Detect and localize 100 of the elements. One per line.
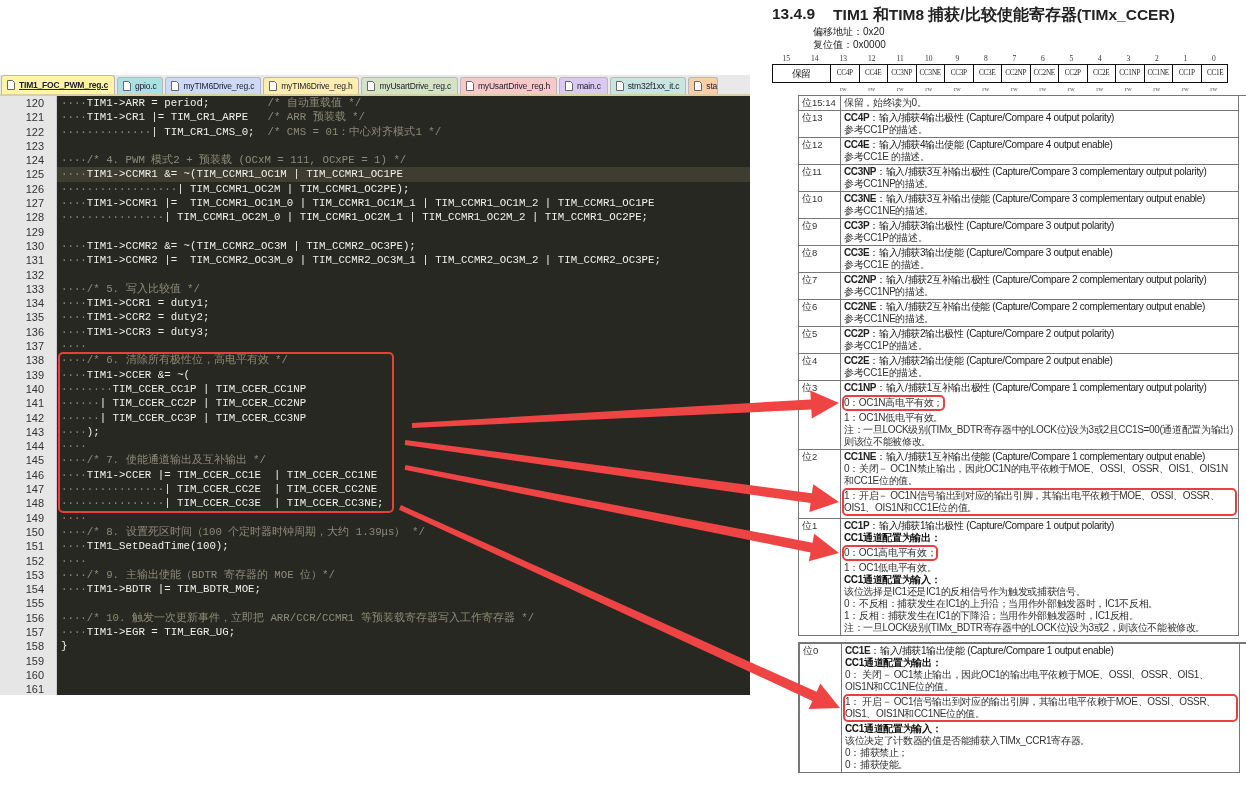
description-line: 参考CC1NP的描述。 — [844, 286, 936, 298]
description-line: CC1通道配置为输入： — [844, 574, 942, 586]
line-number: 153 — [24, 567, 45, 583]
bit-label: 位4 — [799, 354, 841, 381]
description-line: 注：一旦LOCK级别(TIMx_BDTR寄存器中的LOCK位)设为3或2，则该位不能被修改。 — [844, 622, 1207, 634]
line-number: 150 — [24, 524, 45, 540]
section-title: TIM1 和TIM8 捕获/比较使能寄存器(TIMx_CCER) — [833, 5, 1175, 25]
description-line: 1：开启－ OC1N信号输出到对应的输出引脚，其输出电平依赖于MOE、OSSI、OSSR、OIS1、OIS1N和CC1E位的值。 — [844, 490, 1235, 514]
code-line: ····/* 9. 主输出使能（BDTR 寄存器的 MOE 位）*/ — [60, 567, 336, 583]
file-tab[interactable]: sta — [688, 77, 719, 94]
file-tab[interactable]: main.c — [558, 77, 608, 94]
description-line: CC4P：输入/捕获4输出极性 (Capture/Compare 4 output polarity) — [844, 112, 1116, 124]
file-tab[interactable]: gpio.c — [117, 77, 164, 94]
file-tab[interactable]: myTIM6Drive_reg.c — [165, 77, 262, 94]
line-number: 124 — [24, 153, 45, 168]
line-number: 140 — [24, 381, 45, 397]
description-line: 0：关闭－ OC1N禁止输出，因此OC1N的电平依赖于MOE、OSSI、OSSR、OIS1、OIS1N和CC1E位的值。 — [844, 463, 1229, 487]
file-tab[interactable]: myUsartDrive_reg.h — [459, 77, 557, 94]
description-line: CC1通道配置为输出： — [845, 657, 943, 669]
description-line: 参考CC1E 的描述。 — [844, 151, 931, 163]
description-line: 参考CC1E的描述。 — [844, 367, 929, 379]
description-line: 参考CC1NP的描述。 — [844, 178, 936, 190]
line-number: 161 — [24, 682, 45, 695]
file-icon — [269, 81, 278, 91]
line-number: 154 — [24, 582, 45, 597]
code-line: ····TIM1->CCMR1 |= TIM_CCMR1_OC1M_0 | TIM_CCMR1_OC1M_1 | TIM_CCMR1_OC1M_2 | TIM_CCMR1_OC1PE — [60, 196, 656, 211]
line-number: 141 — [24, 396, 45, 411]
file-icon — [465, 81, 474, 91]
code-line: ····/* 10. 触发一次更新事件，立即把 ARR/CCR/CCMR1 等预装载寄存器写入工作寄存器 */ — [60, 610, 536, 625]
description-line: 参考CC1E 的描述。 — [844, 259, 931, 271]
bit-label: 位13 — [799, 111, 841, 138]
line-number: 138 — [24, 353, 45, 368]
offset-address: 偏移地址：0x20 — [813, 25, 886, 38]
line-number: 130 — [24, 238, 45, 254]
description-line: CC1E：输入/捕获1输出使能 (Capture/Compare 1 output enable) — [845, 645, 1115, 657]
line-number: 134 — [24, 296, 45, 311]
reset-value: 复位值：0x0000 — [813, 38, 887, 51]
code-line: ····TIM1->CCMR2 |= TIM_CCMR2_OC3M_0 | TIM_CCMR2_OC3M_1 | TIM_CCMR2_OC3M_2 | TIM_CCMR2_OC3PE; — [60, 253, 662, 268]
line-number: 151 — [24, 539, 45, 554]
description-line: CC1通道配置为输出： — [844, 532, 942, 544]
code-line: ········TIM_CCER_CC1P | TIM_CCER_CC1NP — [60, 381, 308, 397]
line-number: 133 — [24, 281, 45, 297]
line-number: 152 — [24, 553, 45, 568]
code-line: ··············| TIM_CR1_CMS_0; /* CMS = 01：中心对齐模式1 */ — [60, 124, 443, 139]
file-tab[interactable]: myTIM6Drive_reg.h — [263, 77, 360, 94]
code-line: ··················| TIM_CCMR1_OC2M | TIM_CCMR1_OC2PE); — [60, 181, 411, 197]
code-line: ····TIM1_SetDeadTime(100); — [60, 539, 230, 554]
line-number: 128 — [24, 210, 45, 225]
line-number: 142 — [24, 410, 45, 425]
bit-label: 位9 — [799, 219, 841, 246]
line-number: 158 — [24, 639, 45, 654]
code-line: ······| TIM_CCER_CC2P | TIM_CCER_CC2NP — [60, 396, 308, 411]
line-number: 157 — [24, 625, 45, 640]
description-line: 0：OC1N高电平有效； — [844, 397, 944, 409]
code-line: ····); — [60, 424, 101, 440]
description-line: CC1通道配置为输入： — [845, 723, 943, 735]
line-number: 160 — [24, 667, 45, 683]
code-line: ······| TIM_CCER_CC3P | TIM_CCER_CC3NP — [60, 410, 308, 425]
bit-label: 位11 — [799, 165, 841, 192]
section-number: 13.4.9 — [772, 5, 816, 24]
bit-label: 位12 — [799, 138, 841, 165]
description-line: CC3E：输入/捕获3输出使能 (Capture/Compare 3 output enable) — [844, 247, 1114, 259]
line-number: 146 — [24, 467, 45, 482]
description-line: CC2E：输入/捕获2输出使能 (Capture/Compare 2 output enable) — [844, 355, 1114, 367]
description-line: CC3NP：输入/捕获3互补输出极性 (Capture/Compare 3 complementary output polarity) — [844, 166, 1208, 178]
description-line: 0： 关闭－ OC1禁止输出，因此OC1的输出电平依赖于MOE、OSSI、OSSR、OIS1、OIS1N和CC1NE位的值。 — [845, 669, 1210, 693]
code-line: ···· — [60, 553, 88, 568]
file-tab[interactable]: myUsartDrive_reg.c — [361, 77, 458, 94]
line-number: 136 — [24, 324, 45, 340]
line-number: 132 — [24, 267, 45, 282]
description-line: 1：OC1N低电平有效。 — [844, 412, 945, 424]
line-number: 137 — [24, 339, 45, 354]
description-line: CC2P：输入/捕获2输出极性 (Capture/Compare 2 output polarity) — [844, 328, 1116, 340]
description-line: CC1P：输入/捕获1输出极性 (Capture/Compare 1 output polarity) — [844, 520, 1116, 532]
line-number: 126 — [24, 181, 45, 197]
code-line: ····TIM1->ARR = period; /* 自动重载值 */ — [60, 96, 363, 111]
line-number: 122 — [24, 124, 45, 139]
line-number: 127 — [24, 196, 45, 211]
file-tab[interactable]: TIM1_FOC_PWM_reg.c — [1, 75, 115, 94]
line-number: 149 — [24, 510, 45, 525]
file-icon — [367, 81, 376, 91]
description-line: 0：不反相：捕获发生在IC1的上升沿；当用作外部触发器时，IC1不反相。 — [844, 598, 1160, 610]
code-line: ····TIM1->CCR2 = duty2; — [60, 310, 211, 325]
description-line: 参考CC1P的描述。 — [844, 232, 929, 244]
line-number: 121 — [24, 110, 45, 125]
code-line: ················| TIM_CCER_CC3E | TIM_CCER_CC3NE; — [60, 496, 385, 511]
description-line: CC3NE：输入/捕获3互补输出使能 (Capture/Compare 3 complementary output enable) — [844, 193, 1206, 205]
line-number: 147 — [24, 482, 45, 497]
file-icon — [564, 81, 573, 91]
bit-label: 位7 — [799, 273, 841, 300]
line-number: 148 — [24, 496, 45, 511]
line-number: 125 — [24, 167, 45, 182]
description-line: CC1NP：输入/捕获1互补输出极性 (Capture/Compare 1 complementary output polarity) — [844, 382, 1208, 394]
line-number: 144 — [24, 439, 45, 454]
code-line: ····/* 6. 清除所有极性位，高电平有效 */ — [60, 353, 289, 368]
description-line: 1：反相：捕获发生在IC1的下降沿；当用作外部触发器时，IC1反相。 — [844, 610, 1140, 622]
description-line: 1：OC1低电平有效。 — [844, 562, 938, 574]
file-tab[interactable]: stm32f1xx_it.c — [609, 77, 687, 94]
code-line: ····TIM1->EGR = TIM_EGR_UG; — [60, 625, 237, 640]
description-line: CC4E：输入/捕获4输出使能 (Capture/Compare 4 output enable) — [844, 139, 1114, 151]
